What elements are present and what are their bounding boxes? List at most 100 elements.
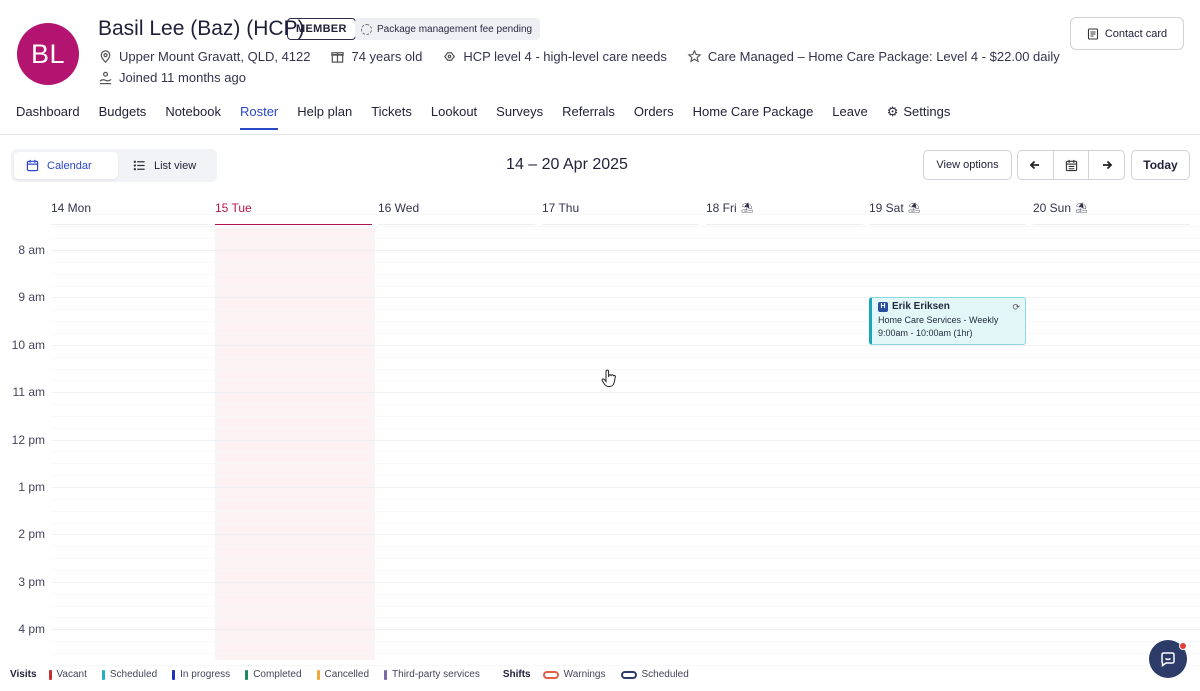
date-range-title: 14 – 20 Apr 2025: [506, 156, 628, 173]
day-header: 19 Sat ⛱: [869, 201, 920, 215]
tab-settings-label: Settings: [903, 104, 951, 119]
quarter-gridline: [52, 652, 1200, 654]
hour-label: 12 pm: [11, 432, 45, 447]
notification-dot: [1179, 642, 1187, 650]
list-view-button[interactable]: List view: [121, 152, 213, 179]
contact-card-label: Contact card: [1104, 27, 1168, 40]
hour-gridline: [52, 344, 1200, 346]
tab-orders[interactable]: Orders: [634, 104, 674, 130]
quarter-gridline: [52, 226, 1200, 228]
quarter-gridline: [52, 415, 1200, 417]
day-column[interactable]: [215, 224, 372, 664]
legend-completed: Completed: [245, 669, 302, 680]
visit-event[interactable]: H Erik Eriksen ⟳ Home Care Services - We…: [869, 297, 1026, 345]
gift-icon: [331, 52, 345, 63]
legend-swatch: [384, 669, 388, 680]
today-underline: [215, 224, 372, 225]
quarter-gridline: [52, 332, 1200, 334]
member-badge: MEMBER: [287, 18, 356, 40]
day-header-label: 14 Mon: [51, 201, 92, 215]
day-column[interactable]: [542, 224, 699, 664]
age-text: 74 years old: [351, 49, 423, 64]
legend-swatch: [172, 669, 176, 680]
calendar-view-button[interactable]: Calendar: [14, 152, 118, 179]
hour-gridline: [52, 629, 1200, 631]
quarter-gridline: [52, 475, 1200, 477]
legend-swatch: [245, 669, 249, 680]
view-options-button[interactable]: View options: [923, 150, 1012, 180]
fee-status-text: Package management fee pending: [377, 23, 533, 35]
arrow-right-icon: [1102, 160, 1112, 170]
tab-leave[interactable]: Leave: [832, 104, 867, 130]
repeat-icon: ⟳: [1012, 302, 1020, 312]
hour-label: 2 pm: [18, 527, 45, 542]
legend-item-label: Scheduled: [641, 669, 689, 680]
quarter-gridline: [52, 368, 1200, 370]
hour-gridline: [52, 250, 1200, 251]
day-column[interactable]: [869, 224, 1026, 664]
quarter-gridline: [52, 641, 1200, 643]
date-picker-button[interactable]: [1054, 151, 1090, 179]
tab-help-plan[interactable]: Help plan: [297, 104, 352, 130]
day-column[interactable]: [51, 224, 208, 664]
day-header: 17 Thu: [542, 201, 579, 215]
contact-card-button[interactable]: Contact card: [1070, 17, 1184, 50]
hour-gridline: [52, 581, 1200, 583]
hcp-level-text: HCP level 4 - high-level care needs: [463, 49, 667, 64]
quarter-gridline: [52, 463, 1200, 465]
joined-icon: [99, 71, 112, 85]
quarter-gridline: [52, 427, 1200, 429]
tab-settings[interactable]: ⚙ Settings: [887, 104, 951, 130]
quarter-gridline: [52, 214, 1200, 216]
tab-roster[interactable]: Roster: [239, 104, 279, 130]
nav-tabs: Dashboard Budgets Notebook Roster Help p…: [16, 104, 969, 130]
day-column[interactable]: [706, 224, 863, 664]
legend-item-label: Completed: [253, 669, 302, 680]
quarter-gridline: [52, 546, 1200, 548]
tab-lookout[interactable]: Lookout: [431, 104, 477, 130]
next-week-button[interactable]: [1089, 151, 1124, 179]
quarter-gridline: [52, 309, 1200, 311]
day-status-icon: ⛱: [1075, 202, 1088, 214]
day-header-label: 20 Sun: [1033, 201, 1072, 215]
tab-surveys[interactable]: Surveys: [496, 104, 543, 130]
hour-gridline: [52, 487, 1200, 488]
tab-budgets[interactable]: Budgets: [99, 104, 147, 130]
day-status-icon: ⛱: [907, 202, 921, 214]
quarter-gridline: [52, 285, 1200, 287]
calendar-view-label: Calendar: [47, 159, 92, 172]
tab-home-care-package[interactable]: Home Care Package: [693, 104, 814, 130]
quarter-gridline: [52, 451, 1200, 453]
day-column[interactable]: [1033, 224, 1190, 664]
today-button[interactable]: Today: [1131, 150, 1190, 180]
quarter-gridline: [52, 522, 1200, 524]
care-managed-text: Care Managed – Home Care Package: Level …: [707, 49, 1060, 64]
hour-gridline: [52, 297, 1200, 299]
legend-warnings: Warnings: [542, 669, 606, 680]
event-time: 9:00am - 10:00am (1hr): [878, 328, 973, 338]
quarter-gridline: [52, 664, 1200, 666]
location-pin-icon: [100, 50, 111, 63]
calendar-icon: [26, 159, 39, 172]
day-header-label: 16 Wed: [378, 201, 420, 215]
legend-in-progress: In progress: [172, 669, 230, 680]
location-text: Upper Mount Gravatt, QLD, 4122: [119, 49, 311, 64]
legend-item-label: Scheduled: [109, 669, 158, 680]
service-type-badge: H: [878, 301, 888, 312]
quarter-gridline: [52, 593, 1200, 595]
hour-label: 1 pm: [18, 480, 45, 494]
previous-week-button[interactable]: [1018, 151, 1054, 179]
quarter-gridline: [52, 404, 1200, 406]
tab-notebook[interactable]: Notebook: [165, 104, 221, 130]
week-navigation: [1017, 150, 1125, 180]
day-header: 18 Fri ⛱: [706, 201, 753, 215]
quarter-gridline: [52, 321, 1200, 323]
care-level-icon: [444, 52, 456, 61]
tab-referrals[interactable]: Referrals: [562, 104, 615, 130]
client-name: Basil Lee (Baz) (HCP): [98, 17, 305, 40]
day-column[interactable]: [378, 224, 535, 664]
tab-dashboard[interactable]: Dashboard: [16, 104, 80, 130]
legend-swatch: [101, 669, 105, 680]
hour-label: 9 am: [18, 290, 45, 305]
tab-tickets[interactable]: Tickets: [371, 104, 412, 130]
